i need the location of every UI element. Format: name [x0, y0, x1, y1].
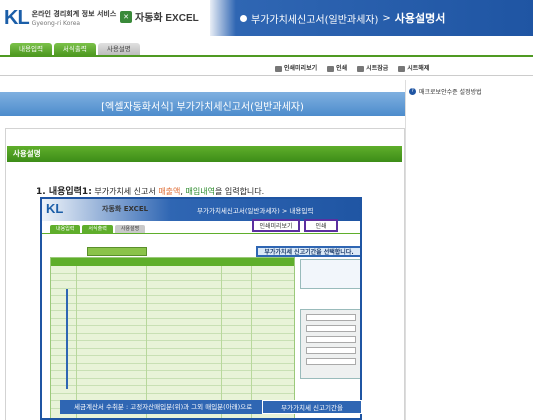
logo-line2: Gyeong-ri Korea [31, 19, 81, 27]
section-header: 사용설명 [7, 146, 402, 162]
logo-mark: KL [4, 7, 30, 29]
excel-icon: ✕ [120, 10, 132, 23]
table-row [51, 319, 294, 326]
table-row [51, 311, 294, 319]
product-name: 자동화 EXCEL [135, 13, 199, 24]
breadcrumb-sep: > [382, 12, 391, 24]
sheet-protect-button[interactable]: 시트잠금 [357, 63, 388, 72]
inner-breadcrumb: 부가가치세신고서(일반과세자) > 내용입력 [197, 207, 314, 215]
toolbar-divider [0, 75, 533, 76]
inner-tabs: 내용입력 서식출력 사용설명 [50, 225, 146, 233]
sheet-unprotect-button[interactable]: 시트해제 [398, 63, 429, 72]
lock-icon [357, 65, 365, 72]
breadcrumb: 부가가치세신고서(일반과세자) > 사용설명서 [240, 10, 445, 26]
breadcrumb-page: 사용설명서 [394, 12, 446, 25]
table-row [51, 289, 294, 296]
bullet-icon [240, 14, 247, 22]
printer-icon [327, 65, 335, 72]
inner-period-panel [300, 259, 360, 289]
inner-tab-manual: 사용설명 [114, 225, 146, 233]
product-badge: ✕ 자동화 EXCEL [120, 9, 199, 24]
logo-line1: 온라인 경리회계 정보 서비스 [31, 9, 117, 18]
step-text-a: 부가가치세 신고서 [94, 187, 159, 196]
inner-header: KL 자동화 EXCEL 부가가치세신고서(일반과세자) > 내용입력 [42, 199, 360, 221]
callout-right: 부가가치세 신고기간을 [262, 400, 362, 414]
inner-logo: KL [46, 201, 64, 216]
print-button[interactable]: 인쇄 [327, 63, 347, 72]
table-row [51, 371, 294, 379]
inner-preview-button: 인쇄미리보기 [252, 219, 300, 232]
app-header: KL 온라인 경리회계 정보 서비스 Gyeong-ri Korea ✕ 자동화… [0, 0, 533, 36]
print-label: 인쇄 [336, 65, 348, 72]
title-banner: [엑셀자동화서식] 부가가치세신고서(일반과세자) [0, 92, 405, 116]
option-row [306, 358, 356, 365]
preview-icon [275, 65, 282, 72]
main-tabs: 내용입력 서식출력 사용설명 [10, 43, 140, 55]
help-icon: ? [409, 88, 416, 95]
tab-divider [0, 55, 533, 57]
inner-tab-divider [42, 233, 360, 234]
table-col-divider [221, 266, 222, 418]
table-row [51, 334, 294, 341]
table-row [51, 296, 294, 304]
inner-product: 자동화 EXCEL [102, 205, 149, 213]
option-row [306, 325, 356, 332]
example-screenshot: KL 자동화 EXCEL 부가가치세신고서(일반과세자) > 내용입력 내용입력… [40, 197, 362, 420]
inner-green-button [87, 247, 147, 256]
breadcrumb-main: 부가가치세신고서(일반과세자) [251, 14, 379, 26]
tab-input[interactable]: 내용입력 [10, 43, 52, 55]
option-row [306, 336, 356, 343]
table-row [51, 326, 294, 334]
toolbar: 인쇄미리보기 인쇄 시트잠금 시트해제 [275, 63, 429, 72]
table-col-divider [76, 266, 77, 418]
inner-period-hint-label: 부가가치세 신고기간을 선택합니다. [264, 249, 354, 256]
option-row [306, 314, 356, 321]
step-text-purchase: 매입내역 [185, 187, 215, 196]
table-row [51, 274, 294, 281]
table-row [51, 349, 294, 356]
table-col-divider [146, 266, 147, 418]
table-row [51, 281, 294, 289]
table-row [51, 304, 294, 311]
table-row [51, 356, 294, 364]
inner-print-label: 인쇄 [315, 223, 327, 230]
tab-output[interactable]: 서식출력 [53, 43, 96, 55]
table-row [51, 266, 294, 274]
unlock-icon [398, 65, 406, 72]
print-preview-button[interactable]: 인쇄미리보기 [275, 63, 317, 72]
callout-connector [66, 289, 68, 389]
table-row [51, 364, 294, 371]
table-row [51, 341, 294, 349]
step-text-c: 을 입력합니다. [214, 187, 265, 196]
banner-title: [엑셀자동화서식] 부가가치세신고서(일반과세자) [101, 102, 304, 113]
inner-form-table [50, 257, 295, 418]
inner-period-hint: 부가가치세 신고기간을 선택합니다. [256, 246, 360, 257]
inner-print-button: 인쇄 [304, 219, 338, 232]
option-row [306, 347, 356, 354]
macro-security-label: 매크로보안수준 설정방법 [419, 89, 482, 96]
macro-security-link[interactable]: ? 매크로보안수준 설정방법 [409, 87, 482, 96]
table-col-divider [251, 266, 252, 418]
sheet-unprotect-label: 시트해제 [407, 65, 430, 72]
table-row [51, 386, 294, 394]
inner-tab-output: 서식출력 [82, 225, 113, 233]
inner-table-header [51, 258, 294, 266]
sheet-protect-label: 시트잠금 [366, 65, 389, 72]
sidebar-divider [405, 80, 406, 420]
tab-manual[interactable]: 사용설명 [97, 43, 140, 55]
print-preview-label: 인쇄미리보기 [284, 65, 318, 72]
inner-options-panel [300, 309, 360, 379]
step-number: 1. 내용입력1: [36, 187, 92, 197]
step-text-sales: 매출액 [158, 187, 181, 196]
step-1: 1. 내용입력1: 부가가치세 신고서 매출액, 매입내역을 입력합니다. [36, 184, 264, 197]
inner-preview-label: 인쇄미리보기 [259, 223, 293, 230]
inner-tab-input: 내용입력 [50, 225, 81, 233]
site-logo[interactable]: KL 온라인 경리회계 정보 서비스 Gyeong-ri Korea [4, 7, 116, 30]
table-row [51, 379, 294, 386]
